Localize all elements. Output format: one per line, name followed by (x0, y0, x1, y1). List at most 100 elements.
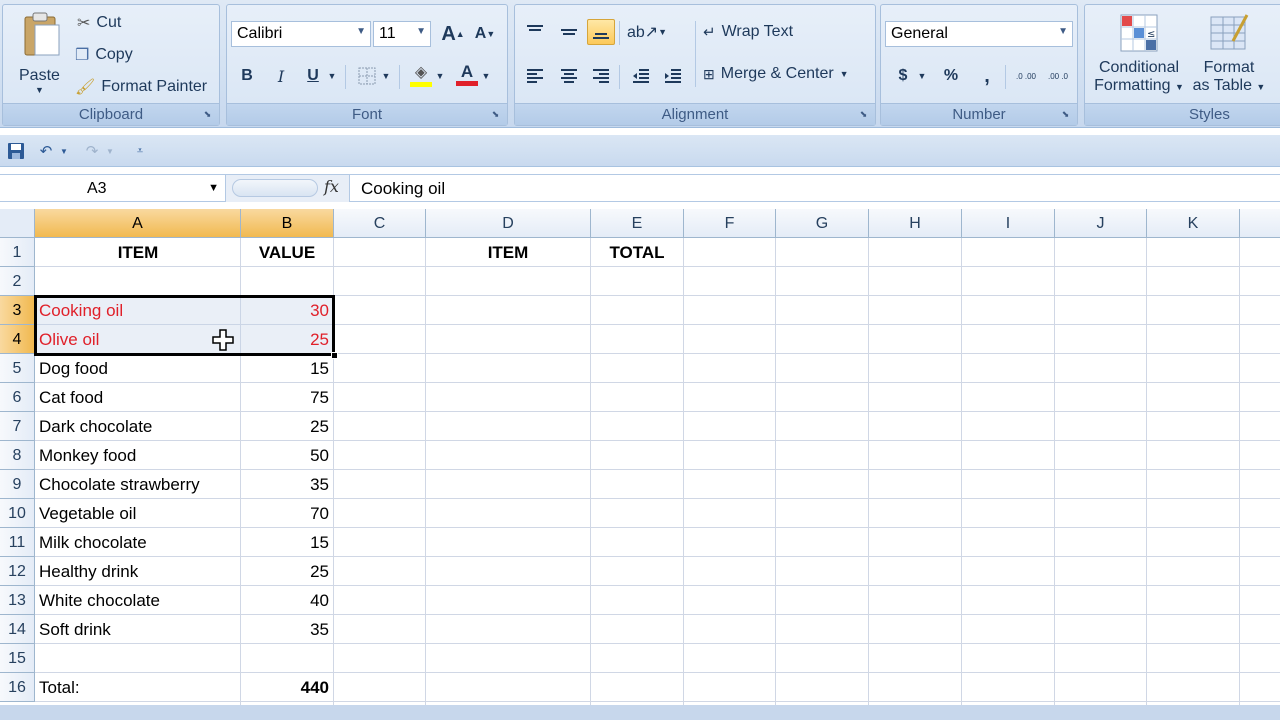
fill-color-dropdown-icon[interactable]: ▼ (433, 63, 447, 89)
column-header-k[interactable]: K (1147, 209, 1240, 238)
undo-dropdown-icon[interactable]: ▼ (58, 141, 70, 161)
currency-dropdown-icon[interactable]: ▼ (915, 63, 929, 89)
fill-handle[interactable] (331, 352, 338, 359)
formula-bar-handle[interactable] (232, 179, 318, 197)
column-header-a[interactable]: A (35, 209, 241, 238)
column-header-b[interactable]: B (241, 209, 334, 238)
row-header[interactable]: 10 (0, 499, 35, 528)
cell-a16[interactable]: Total: (36, 673, 240, 702)
grow-font-button[interactable]: A ▲ (439, 21, 467, 47)
cell-a11[interactable]: Milk chocolate (36, 528, 240, 557)
row-header[interactable]: 7 (0, 412, 35, 441)
cell-a13[interactable]: White chocolate (36, 586, 240, 615)
shrink-font-button[interactable]: A ▼ (471, 21, 499, 47)
row-header[interactable]: 13 (0, 586, 35, 615)
column-header-j[interactable]: J (1055, 209, 1147, 238)
cell-a14[interactable]: Soft drink (36, 615, 240, 644)
row-header[interactable]: 3 (0, 296, 35, 325)
cell-b5[interactable]: 15 (241, 354, 333, 383)
cell-b9[interactable]: 35 (241, 470, 333, 499)
cell-b8[interactable]: 50 (241, 441, 333, 470)
merge-center-button[interactable]: ⊞ Merge & Center ▼ (703, 65, 849, 83)
formula-input[interactable]: Cooking oil (361, 175, 445, 202)
increase-decimal-button[interactable]: .0 .00 (1011, 63, 1041, 89)
cell-a8[interactable]: Monkey food (36, 441, 240, 470)
percent-button[interactable]: % (937, 63, 965, 89)
cell-b14[interactable]: 35 (241, 615, 333, 644)
cell-a7[interactable]: Dark chocolate (36, 412, 240, 441)
borders-dropdown-icon[interactable]: ▼ (379, 63, 393, 89)
cell-b1[interactable]: VALUE (241, 238, 333, 267)
underline-dropdown-icon[interactable]: ▼ (325, 63, 339, 89)
format-painter-button[interactable]: 🖌 Format Painter (75, 77, 207, 97)
bottom-align-button[interactable] (587, 19, 615, 45)
cell-b12[interactable]: 25 (241, 557, 333, 586)
format-as-table-button[interactable]: Format as Table ▼ (1191, 9, 1267, 103)
column-header-c[interactable]: C (334, 209, 426, 238)
conditional-formatting-button[interactable]: ≤ Conditional Formatting ▼ (1089, 9, 1189, 103)
font-launcher-icon[interactable]: ⬊ (490, 109, 501, 120)
column-header-f[interactable]: F (684, 209, 776, 238)
column-header-h[interactable]: H (869, 209, 962, 238)
wrap-text-button[interactable]: ↵ Wrap Text (703, 23, 793, 41)
cell-b6[interactable]: 75 (241, 383, 333, 412)
select-all-corner[interactable] (0, 209, 35, 238)
copy-button[interactable]: ❐ Copy (75, 45, 133, 65)
comma-button[interactable]: , (973, 63, 1001, 89)
customize-toolbar-icon[interactable]: ⩡ (130, 141, 150, 161)
cell-a12[interactable]: Healthy drink (36, 557, 240, 586)
row-header[interactable]: 8 (0, 441, 35, 470)
cell-b13[interactable]: 40 (241, 586, 333, 615)
paste-button[interactable]: Paste ▼ (9, 9, 69, 99)
number-format-combo[interactable]: General ▼ (885, 21, 1073, 47)
cell-a9[interactable]: Chocolate strawberry (36, 470, 240, 499)
cell-a10[interactable]: Vegetable oil (36, 499, 240, 528)
align-right-button[interactable] (587, 63, 615, 89)
cell-b7[interactable]: 25 (241, 412, 333, 441)
redo-dropdown-icon[interactable]: ▼ (104, 141, 116, 161)
row-header[interactable]: 9 (0, 470, 35, 499)
cell-e1[interactable]: TOTAL (591, 238, 683, 267)
font-color-dropdown-icon[interactable]: ▼ (479, 63, 493, 89)
row-header[interactable]: 1 (0, 238, 35, 267)
column-header-i[interactable]: I (962, 209, 1055, 238)
row-header[interactable]: 15 (0, 644, 35, 673)
name-box[interactable]: A3 ▼ (0, 175, 226, 202)
row-header[interactable]: 14 (0, 615, 35, 644)
align-center-button[interactable] (555, 63, 583, 89)
row-header[interactable]: 4 (0, 325, 35, 354)
cell-b16[interactable]: 440 (241, 673, 333, 702)
alignment-launcher-icon[interactable]: ⬊ (858, 109, 869, 120)
cell-d1[interactable]: ITEM (426, 238, 590, 267)
currency-button[interactable]: $ (889, 63, 917, 89)
increase-indent-button[interactable] (659, 63, 687, 89)
italic-button[interactable]: I (267, 63, 295, 89)
fill-color-button[interactable]: ◈ (407, 61, 435, 87)
cell-a5[interactable]: Dog food (36, 354, 240, 383)
top-align-button[interactable] (521, 19, 549, 45)
cell-b11[interactable]: 15 (241, 528, 333, 557)
redo-icon[interactable]: ↷ (82, 141, 102, 161)
column-header-e[interactable]: E (591, 209, 684, 238)
cell-b10[interactable]: 70 (241, 499, 333, 528)
underline-button[interactable]: U (299, 63, 327, 89)
number-launcher-icon[interactable]: ⬊ (1060, 109, 1071, 120)
insert-function-icon[interactable]: fx (324, 177, 339, 196)
font-size-combo[interactable]: 11 ▼ (373, 21, 431, 47)
decrease-decimal-button[interactable]: .00 .0 (1043, 63, 1073, 89)
row-header[interactable]: 2 (0, 267, 35, 296)
bold-button[interactable]: B (233, 63, 261, 89)
cut-button[interactable]: ✂ Cut (77, 13, 121, 33)
middle-align-button[interactable] (555, 19, 583, 45)
clipboard-launcher-icon[interactable]: ⬊ (202, 109, 213, 120)
font-name-combo[interactable]: Calibri ▼ (231, 21, 371, 47)
column-header-l[interactable] (1240, 209, 1280, 238)
row-header[interactable]: 12 (0, 557, 35, 586)
column-header-d[interactable]: D (426, 209, 591, 238)
cell-a6[interactable]: Cat food (36, 383, 240, 412)
row-header[interactable]: 5 (0, 354, 35, 383)
save-icon[interactable] (6, 141, 26, 161)
align-left-button[interactable] (521, 63, 549, 89)
font-color-button[interactable]: A (453, 61, 481, 87)
orientation-button[interactable]: ab↗ ▼ (627, 19, 667, 45)
